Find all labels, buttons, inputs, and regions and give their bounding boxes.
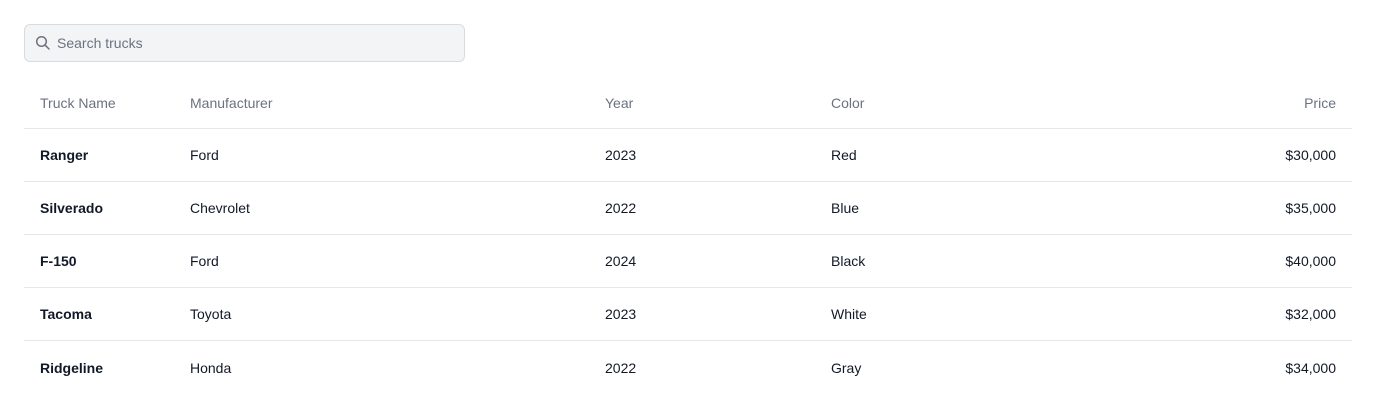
- column-header-color[interactable]: Color: [831, 78, 864, 128]
- table-header-row: Truck Name Manufacturer Year Color Price: [24, 78, 1352, 129]
- truck-name-cell: Ranger: [40, 147, 89, 163]
- column-header-price[interactable]: Price: [1304, 78, 1336, 128]
- truck-name-cell: Ridgeline: [40, 359, 104, 376]
- color-cell: Blue: [831, 200, 860, 216]
- year-cell: 2023: [605, 306, 637, 322]
- truck-name-cell: Tacoma: [40, 306, 92, 322]
- year-cell: 2023: [605, 147, 637, 163]
- year-cell: 2022: [605, 200, 637, 216]
- manufacturer-cell: Toyota: [190, 306, 232, 322]
- table-row[interactable]: F-150 Ford 2024 Black $40,000: [24, 235, 1352, 288]
- year-cell: 2022: [605, 359, 637, 376]
- color-cell: Black: [831, 253, 866, 269]
- trucks-table: Truck Name Manufacturer Year Color Price…: [24, 78, 1352, 394]
- year-cell: 2024: [605, 253, 637, 269]
- search-box[interactable]: [24, 24, 465, 62]
- column-header-truck-name[interactable]: Truck Name: [40, 78, 116, 128]
- manufacturer-cell: Ford: [190, 253, 219, 269]
- truck-name-cell: Silverado: [40, 200, 104, 216]
- search-icon: [35, 35, 51, 51]
- truck-name-cell: F-150: [40, 253, 77, 269]
- price-cell: $32,000: [1285, 306, 1336, 322]
- column-header-manufacturer[interactable]: Manufacturer: [190, 78, 272, 128]
- table-row[interactable]: Tacoma Toyota 2023 White $32,000: [24, 288, 1352, 341]
- price-cell: $35,000: [1285, 200, 1336, 216]
- table-row[interactable]: Ranger Ford 2023 Red $30,000: [24, 129, 1352, 182]
- color-cell: Red: [831, 147, 857, 163]
- table-row[interactable]: Ridgeline Honda 2022 Gray $34,000: [24, 341, 1352, 394]
- color-cell: Gray: [831, 359, 862, 376]
- manufacturer-cell: Ford: [190, 147, 219, 163]
- price-cell: $40,000: [1285, 253, 1336, 269]
- search-input[interactable]: [57, 25, 457, 61]
- price-cell: $34,000: [1285, 359, 1336, 376]
- manufacturer-cell: Honda: [190, 359, 232, 376]
- price-cell: $30,000: [1285, 147, 1336, 163]
- color-cell: White: [831, 306, 867, 322]
- table-row[interactable]: Silverado Chevrolet 2022 Blue $35,000: [24, 182, 1352, 235]
- manufacturer-cell: Chevrolet: [190, 200, 250, 216]
- column-header-year[interactable]: Year: [605, 78, 633, 128]
